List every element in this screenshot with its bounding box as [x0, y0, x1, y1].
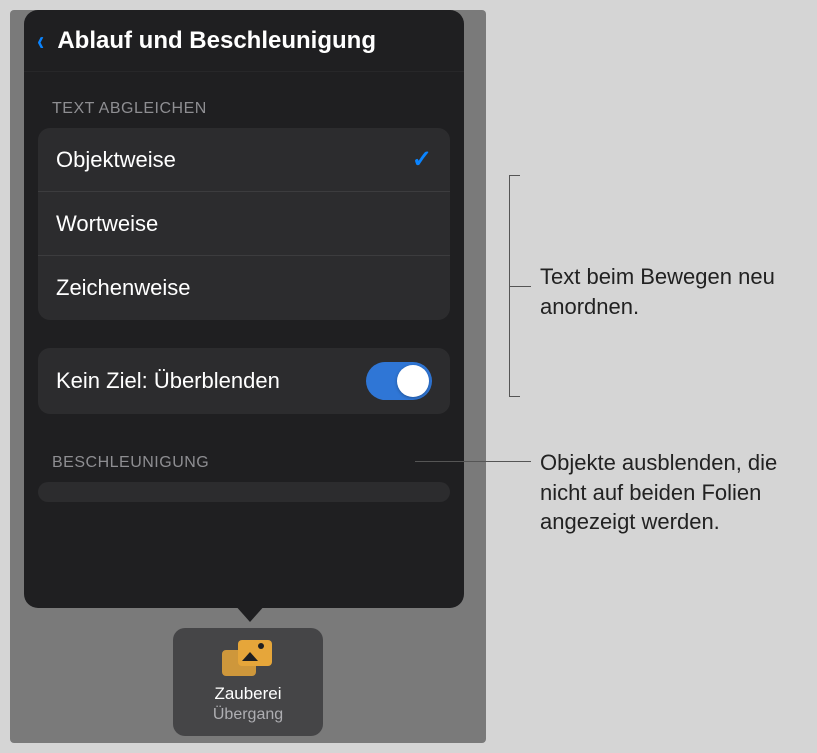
option-objektweise[interactable]: Objektweise ✓ — [38, 128, 450, 192]
settings-popover: ‹ Ablauf und Beschleunigung TEXT ABGLEIC… — [24, 10, 464, 608]
no-target-fade-row: Kein Ziel: Überblenden — [38, 348, 450, 414]
section-label-text-match: TEXT ABGLEICHEN — [38, 86, 450, 128]
back-chevron-icon[interactable]: ‹ — [37, 27, 44, 55]
popover-title: Ablauf und Beschleunigung — [57, 27, 376, 55]
magic-move-icon — [222, 640, 274, 676]
option-zeichenweise[interactable]: Zeichenweise — [38, 256, 450, 320]
popover-tail — [234, 604, 266, 622]
option-wortweise[interactable]: Wortweise — [38, 192, 450, 256]
popover-header: ‹ Ablauf und Beschleunigung — [24, 10, 464, 72]
callout-text-match: Text beim Bewegen neu anordnen. — [540, 262, 810, 321]
acceleration-list-peek — [38, 482, 450, 502]
checkmark-icon: ✓ — [412, 145, 432, 174]
option-label: Wortweise — [56, 211, 158, 237]
app-viewport: ‹ Ablauf und Beschleunigung TEXT ABGLEIC… — [10, 10, 486, 743]
transition-subtitle: Übergang — [213, 706, 283, 724]
callout-fade: Objekte ausblenden, die nicht auf beiden… — [540, 448, 810, 537]
text-match-list: Objektweise ✓ Wortweise Zeichenweise — [38, 128, 450, 320]
section-label-acceleration: BESCHLEUNIGUNG — [38, 414, 450, 482]
transition-name: Zauberei — [214, 684, 281, 704]
callout-leader-line — [509, 286, 531, 287]
no-target-fade-toggle[interactable] — [366, 362, 432, 400]
transition-chip[interactable]: Zauberei Übergang — [173, 628, 323, 736]
option-label: Objektweise — [56, 147, 176, 173]
popover-content: TEXT ABGLEICHEN Objektweise ✓ Wortweise … — [24, 72, 464, 502]
toggle-label: Kein Ziel: Überblenden — [56, 367, 280, 396]
option-label: Zeichenweise — [56, 275, 191, 301]
callout-leader-line — [415, 461, 531, 462]
toggle-knob — [397, 365, 429, 397]
